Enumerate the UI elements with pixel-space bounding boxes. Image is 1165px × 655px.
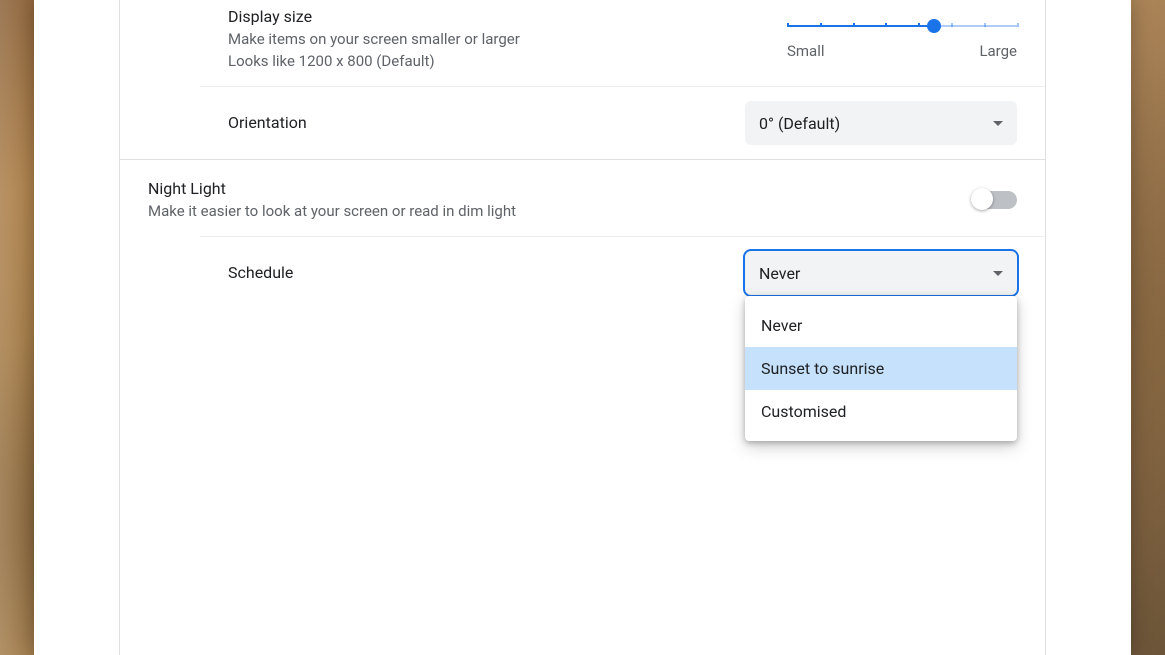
- orientation-value: 0° (Default): [759, 114, 840, 133]
- slider-label-small: Small: [787, 42, 825, 60]
- orientation-row: Orientation 0° (Default): [200, 86, 1045, 159]
- schedule-option[interactable]: Never: [745, 304, 1017, 347]
- toggle-knob: [971, 188, 993, 210]
- schedule-value: Never: [759, 264, 800, 283]
- display-size-desc: Make items on your screen smaller or lar…: [228, 28, 787, 50]
- display-size-title: Display size: [228, 6, 787, 28]
- night-light-title: Night Light: [148, 178, 973, 200]
- schedule-dropdown-menu: NeverSunset to sunriseCustomised: [745, 296, 1017, 441]
- schedule-option[interactable]: Customised: [745, 390, 1017, 433]
- window-edge: [0, 0, 35, 655]
- slider-label-large: Large: [979, 42, 1017, 60]
- chevron-down-icon: [993, 271, 1003, 276]
- chevron-down-icon: [993, 121, 1003, 126]
- schedule-option[interactable]: Sunset to sunrise: [745, 347, 1017, 390]
- settings-panel: Display size Make items on your screen s…: [119, 0, 1046, 655]
- display-size-text: Display size Make items on your screen s…: [228, 6, 787, 72]
- schedule-label: Schedule: [228, 262, 745, 284]
- settings-window: Display size Make items on your screen s…: [34, 0, 1131, 655]
- display-size-slider[interactable]: [787, 24, 1017, 28]
- display-size-resolution: Looks like 1200 x 800 (Default): [228, 50, 787, 72]
- orientation-label: Orientation: [228, 112, 745, 134]
- night-light-toggle[interactable]: [973, 191, 1017, 209]
- orientation-select[interactable]: 0° (Default): [745, 101, 1017, 145]
- night-light-desc: Make it easier to look at your screen or…: [148, 200, 973, 222]
- display-size-slider-group: Small Large: [787, 18, 1017, 60]
- night-light-row: Night Light Make it easier to look at yo…: [120, 160, 1045, 236]
- display-size-row: Display size Make items on your screen s…: [200, 0, 1045, 86]
- schedule-select[interactable]: Never: [745, 251, 1017, 295]
- slider-thumb[interactable]: [927, 19, 941, 33]
